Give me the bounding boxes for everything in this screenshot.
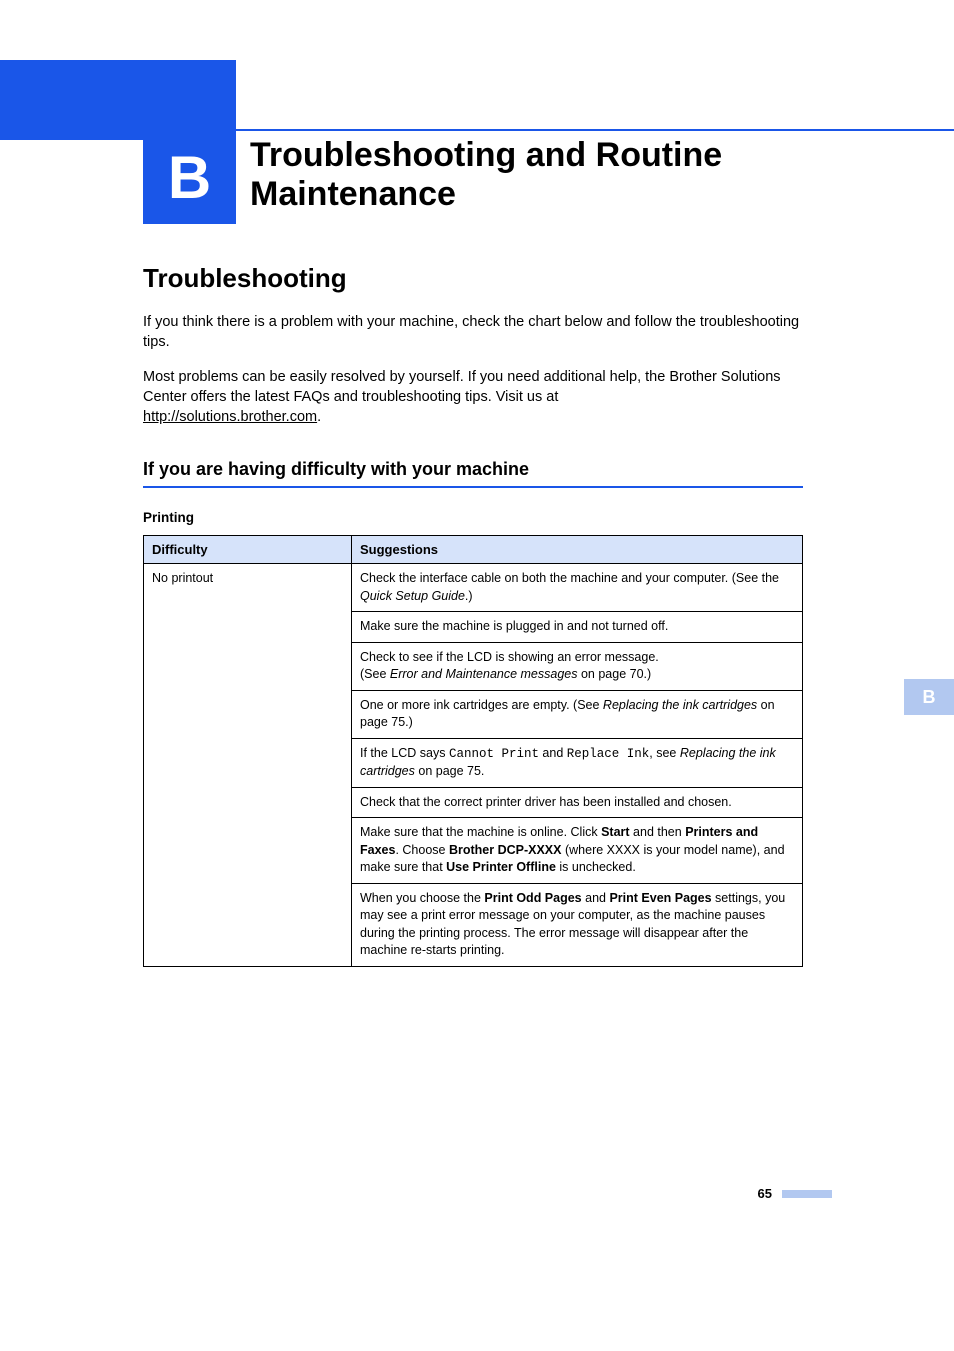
cell-suggestion-3: Check to see if the LCD is showing an er… xyxy=(352,642,803,690)
page-title: Troubleshooting and Routine Maintenance xyxy=(250,136,810,214)
cell-suggestion-2: Make sure the machine is plugged in and … xyxy=(352,612,803,643)
table-header-suggestions: Suggestions xyxy=(352,536,803,564)
main-content: Troubleshooting If you think there is a … xyxy=(143,263,803,987)
footer-bar-decoration xyxy=(782,1190,832,1198)
intro-paragraph-1: If you think there is a problem with you… xyxy=(143,312,803,353)
cell-suggestion-4: One or more ink cartridges are empty. (S… xyxy=(352,690,803,738)
page-footer: 65 xyxy=(758,1186,832,1201)
intro-paragraph-2a: Most problems can be easily resolved by … xyxy=(143,369,781,405)
cell-suggestion-7: Make sure that the machine is online. Cl… xyxy=(352,818,803,884)
side-tab-letter: B xyxy=(923,687,936,708)
cell-suggestion-1: Check the interface cable on both the ma… xyxy=(352,564,803,612)
section-title: Troubleshooting xyxy=(143,263,803,294)
side-tab: B xyxy=(904,679,954,715)
table-header-difficulty: Difficulty xyxy=(144,536,352,564)
subsection-title: If you are having difficulty with your m… xyxy=(143,459,803,488)
troubleshooting-table-printing: Difficulty Suggestions No printout Check… xyxy=(143,535,803,967)
top-banner-decoration xyxy=(0,60,236,140)
cell-suggestion-6: Check that the correct printer driver ha… xyxy=(352,787,803,818)
chapter-letter: B xyxy=(168,143,211,212)
solutions-link[interactable]: http://solutions.brother.com xyxy=(143,409,317,425)
cell-difficulty: No printout xyxy=(144,564,352,967)
intro-paragraph-2: Most problems can be easily resolved by … xyxy=(143,367,803,428)
chapter-letter-box: B xyxy=(143,131,236,224)
table-row: No printout Check the interface cable on… xyxy=(144,564,803,612)
page-number: 65 xyxy=(758,1186,772,1201)
cell-suggestion-8: When you choose the Print Odd Pages and … xyxy=(352,883,803,966)
table-label-printing: Printing xyxy=(143,510,803,525)
intro-paragraph-2b: . xyxy=(317,409,321,425)
cell-suggestion-5: If the LCD says Cannot Print and Replace… xyxy=(352,738,803,787)
